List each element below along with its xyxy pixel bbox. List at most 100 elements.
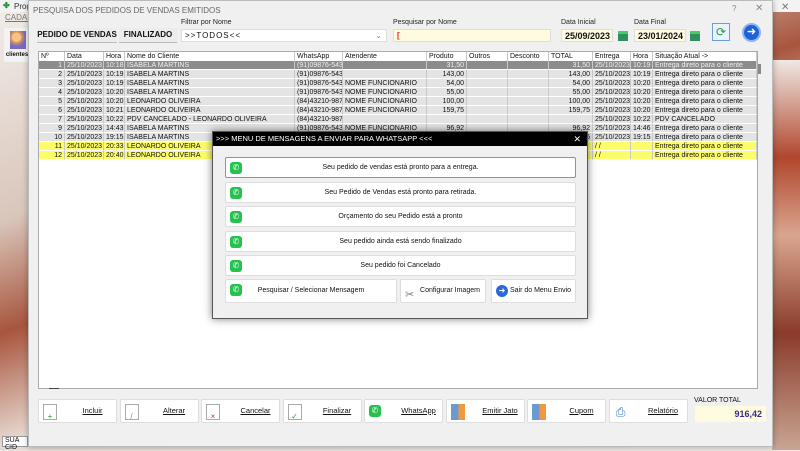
button-cancelar[interactable]: × Cancelar <box>201 399 280 423</box>
whatsapp-icon: ✆ <box>230 186 242 199</box>
clientes-button[interactable]: clientes <box>4 28 30 62</box>
table-cell: 31,50 <box>549 61 593 70</box>
tab-finalizado[interactable]: FINALIZADO <box>119 28 177 43</box>
button-incluir[interactable]: + Incluir <box>38 399 117 423</box>
column-header[interactable]: TOTAL <box>549 52 593 61</box>
table-cell: ISABELA MARTINS <box>125 61 295 70</box>
total-value: 916,42 <box>695 406 766 422</box>
column-header[interactable]: Produto <box>427 52 467 61</box>
table-cell: 25/10/2023 <box>593 106 631 115</box>
end-date-input[interactable]: 23/01/2024 <box>634 29 686 42</box>
filter-select[interactable]: >>TODOS<< ⌄ <box>181 29 387 42</box>
message-option[interactable]: ✆ Seu pedido foi Cancelado <box>225 255 576 276</box>
table-cell: Entrega direto para o cliente <box>653 124 757 133</box>
tools-icon: ✂ <box>405 289 415 301</box>
table-cell: ISABELA MARTINS <box>125 79 295 88</box>
configure-image-button[interactable]: ✂ Configurar Imagem <box>400 279 486 303</box>
inkjet-icon <box>450 404 465 420</box>
button-emitir-jato[interactable]: Emitir Jato <box>445 399 525 423</box>
table-cell: 6 <box>39 106 65 115</box>
chevron-down-icon: ⌄ <box>375 31 383 40</box>
column-header[interactable]: Situação Atual -> <box>653 52 757 61</box>
table-cell: 25/10/2023 <box>65 88 104 97</box>
table-row[interactable]: 6 25/10/2023 10:21 LEONARDO OLIVEIRA (84)432… <box>39 106 759 115</box>
table-cell <box>467 88 508 97</box>
column-header[interactable]: WhatsApp <box>295 52 343 61</box>
table-cell: LEONARDO OLIVEIRA <box>125 97 295 106</box>
table-cell <box>631 142 653 151</box>
table-cell: 7 <box>39 115 65 124</box>
table-cell: 10:20 <box>631 79 653 88</box>
table-cell: 25/10/2023 <box>593 70 631 79</box>
column-header[interactable]: Nº <box>39 52 65 61</box>
arrow-right-icon: ➜ <box>496 285 508 297</box>
outer-close-button[interactable]: ✕ <box>781 2 789 13</box>
column-header[interactable]: Atendente <box>343 52 427 61</box>
calendar-icon[interactable] <box>690 31 700 41</box>
tab-pedido-de-vendas[interactable]: PEDIDO DE VENDAS <box>37 28 117 43</box>
status-city: SUA CID <box>2 436 28 451</box>
table-cell: NOME FUNCIONARIO <box>343 106 427 115</box>
table-cell: NOME FUNCIONARIO <box>343 79 427 88</box>
table-cell: 55,00 <box>427 88 467 97</box>
exit-menu-button[interactable]: ➜ Sair do Menu Envio <box>491 279 576 303</box>
table-cell: 10 <box>39 133 65 142</box>
table-row[interactable]: 4 25/10/2023 10:20 ISABELA MARTINS (91)09876… <box>39 88 759 97</box>
table-cell: Entrega direto para o cliente <box>653 142 757 151</box>
table-cell: 55,00 <box>549 88 593 97</box>
column-header[interactable]: Outros <box>467 52 508 61</box>
table-cell: 25/10/2023 <box>65 115 104 124</box>
column-header[interactable]: Data <box>65 52 104 61</box>
button-whatsapp[interactable]: ✆ WhatsApp <box>364 399 443 423</box>
column-header[interactable]: Nome do Cliente <box>125 52 295 61</box>
table-row[interactable]: 3 25/10/2023 10:19 ISABELA MARTINS (91)09876… <box>39 79 759 88</box>
table-cell: Entrega direto para o cliente <box>653 106 757 115</box>
message-option[interactable]: ✆ Orçamento do seu Pedido está a pronto <box>225 206 576 227</box>
refresh-button[interactable]: ⟳ <box>712 23 730 41</box>
start-date-label: Data Inicial <box>561 19 596 26</box>
window-close-button[interactable]: ✕ <box>755 3 763 14</box>
search-input[interactable]: [ <box>393 29 551 42</box>
table-cell <box>343 70 427 79</box>
table-cell: 3 <box>39 79 65 88</box>
table-cell <box>467 79 508 88</box>
start-date-input[interactable]: 25/09/2023 <box>561 29 613 42</box>
dialog-close-button[interactable]: ✕ <box>573 132 581 146</box>
column-header[interactable]: Desconto <box>508 52 549 61</box>
table-cell <box>508 106 549 115</box>
table-cell <box>467 61 508 70</box>
grid-footer-line <box>49 388 59 389</box>
message-option[interactable]: ✆ Seu pedido ainda está sendo finalizado <box>225 230 576 252</box>
table-cell: 9 <box>39 124 65 133</box>
table-row[interactable]: 2 25/10/2023 10:19 ISABELA MARTINS (91)09876… <box>39 70 759 79</box>
message-option[interactable]: ✆ Seu pedido de vendas está pronto para a… <box>225 157 576 178</box>
button-alterar[interactable]: / Alterar <box>119 399 199 423</box>
table-cell <box>631 151 653 160</box>
search-message-button[interactable]: ✆ Pesquisar / Selecionar Mensagem <box>225 279 397 303</box>
button-finalizar[interactable]: ✓ Finalizar <box>282 399 362 423</box>
column-header[interactable]: Hora <box>104 52 125 61</box>
table-cell: Entrega direto para o cliente <box>653 133 757 142</box>
table-row[interactable]: 7 25/10/2023 10:22 PDV CANCELADO - LEONARDO… <box>39 115 759 124</box>
table-row[interactable]: 1 25/10/2023 10:18 ISABELA MARTINS (91)09876… <box>39 61 759 70</box>
table-cell: 25/10/2023 <box>593 115 631 124</box>
table-cell <box>467 115 508 124</box>
calendar-icon[interactable] <box>618 31 628 41</box>
button-cupom[interactable]: Cupom <box>527 399 606 423</box>
cancel-document-icon: × <box>206 404 220 421</box>
table-cell: 143,00 <box>427 70 467 79</box>
help-button[interactable]: ? <box>732 4 736 13</box>
arrow-right-button[interactable]: ➜ <box>742 23 761 42</box>
column-header[interactable]: Entrega <box>593 52 631 61</box>
table-cell <box>343 61 427 70</box>
button-relat-rio[interactable]: ⎙ Relatório <box>608 399 688 423</box>
table-cell: 10:22 <box>631 115 653 124</box>
table-cell: 25/10/2023 <box>65 97 104 106</box>
column-header[interactable]: Hora <box>631 52 653 61</box>
table-cell: Entrega direto para o cliente <box>653 97 757 106</box>
table-cell: (91)09876-5432 <box>295 79 343 88</box>
table-row[interactable]: 5 25/10/2023 10:20 LEONARDO OLIVEIRA (84)432… <box>39 97 759 106</box>
table-cell: 10:20 <box>104 88 125 97</box>
message-option[interactable]: ✆ Seu Pedido de Vendas está pronto para r… <box>225 181 576 203</box>
table-cell: 2 <box>39 70 65 79</box>
